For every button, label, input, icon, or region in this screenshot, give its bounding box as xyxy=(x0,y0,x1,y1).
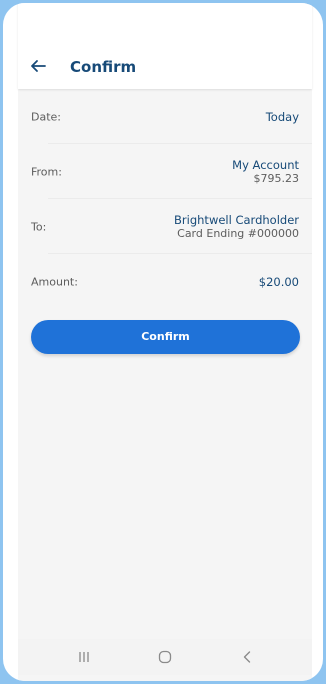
date-row: Date: Today xyxy=(18,89,312,144)
confirm-button[interactable]: Confirm xyxy=(31,320,300,354)
back-nav-icon[interactable] xyxy=(239,649,255,665)
from-value-group: My Account $795.23 xyxy=(232,158,299,186)
app-bar: Confirm xyxy=(18,3,312,89)
phone-frame: Confirm Date: Today From: My Account $79… xyxy=(3,3,323,681)
amount-label: Amount: xyxy=(31,275,78,288)
date-value: Today xyxy=(265,109,299,124)
system-nav-bar xyxy=(18,639,312,675)
amount-value: $20.00 xyxy=(258,274,299,289)
date-label: Date: xyxy=(31,110,61,123)
home-icon[interactable] xyxy=(157,649,173,665)
amount-row: Amount: $20.00 xyxy=(18,254,312,309)
date-value-group: Today xyxy=(266,110,299,124)
from-account-balance: $795.23 xyxy=(253,171,300,185)
from-label: From: xyxy=(31,165,62,178)
to-row: To: Brightwell Cardholder Card Ending #0… xyxy=(18,199,312,254)
arrow-left-icon[interactable] xyxy=(28,56,48,76)
recent-apps-icon[interactable] xyxy=(76,649,92,665)
amount-value-group: $20.00 xyxy=(259,275,299,289)
to-value-group: Brightwell Cardholder Card Ending #00000… xyxy=(174,213,299,241)
to-label: To: xyxy=(31,220,47,233)
from-row: From: My Account $795.23 xyxy=(18,144,312,199)
to-card-ending: Card Ending #000000 xyxy=(177,226,299,240)
app-screen: Confirm Date: Today From: My Account $79… xyxy=(18,3,312,681)
to-recipient-name: Brightwell Cardholder xyxy=(174,212,299,227)
page-title: Confirm xyxy=(70,58,137,76)
from-account-name: My Account xyxy=(232,157,299,172)
